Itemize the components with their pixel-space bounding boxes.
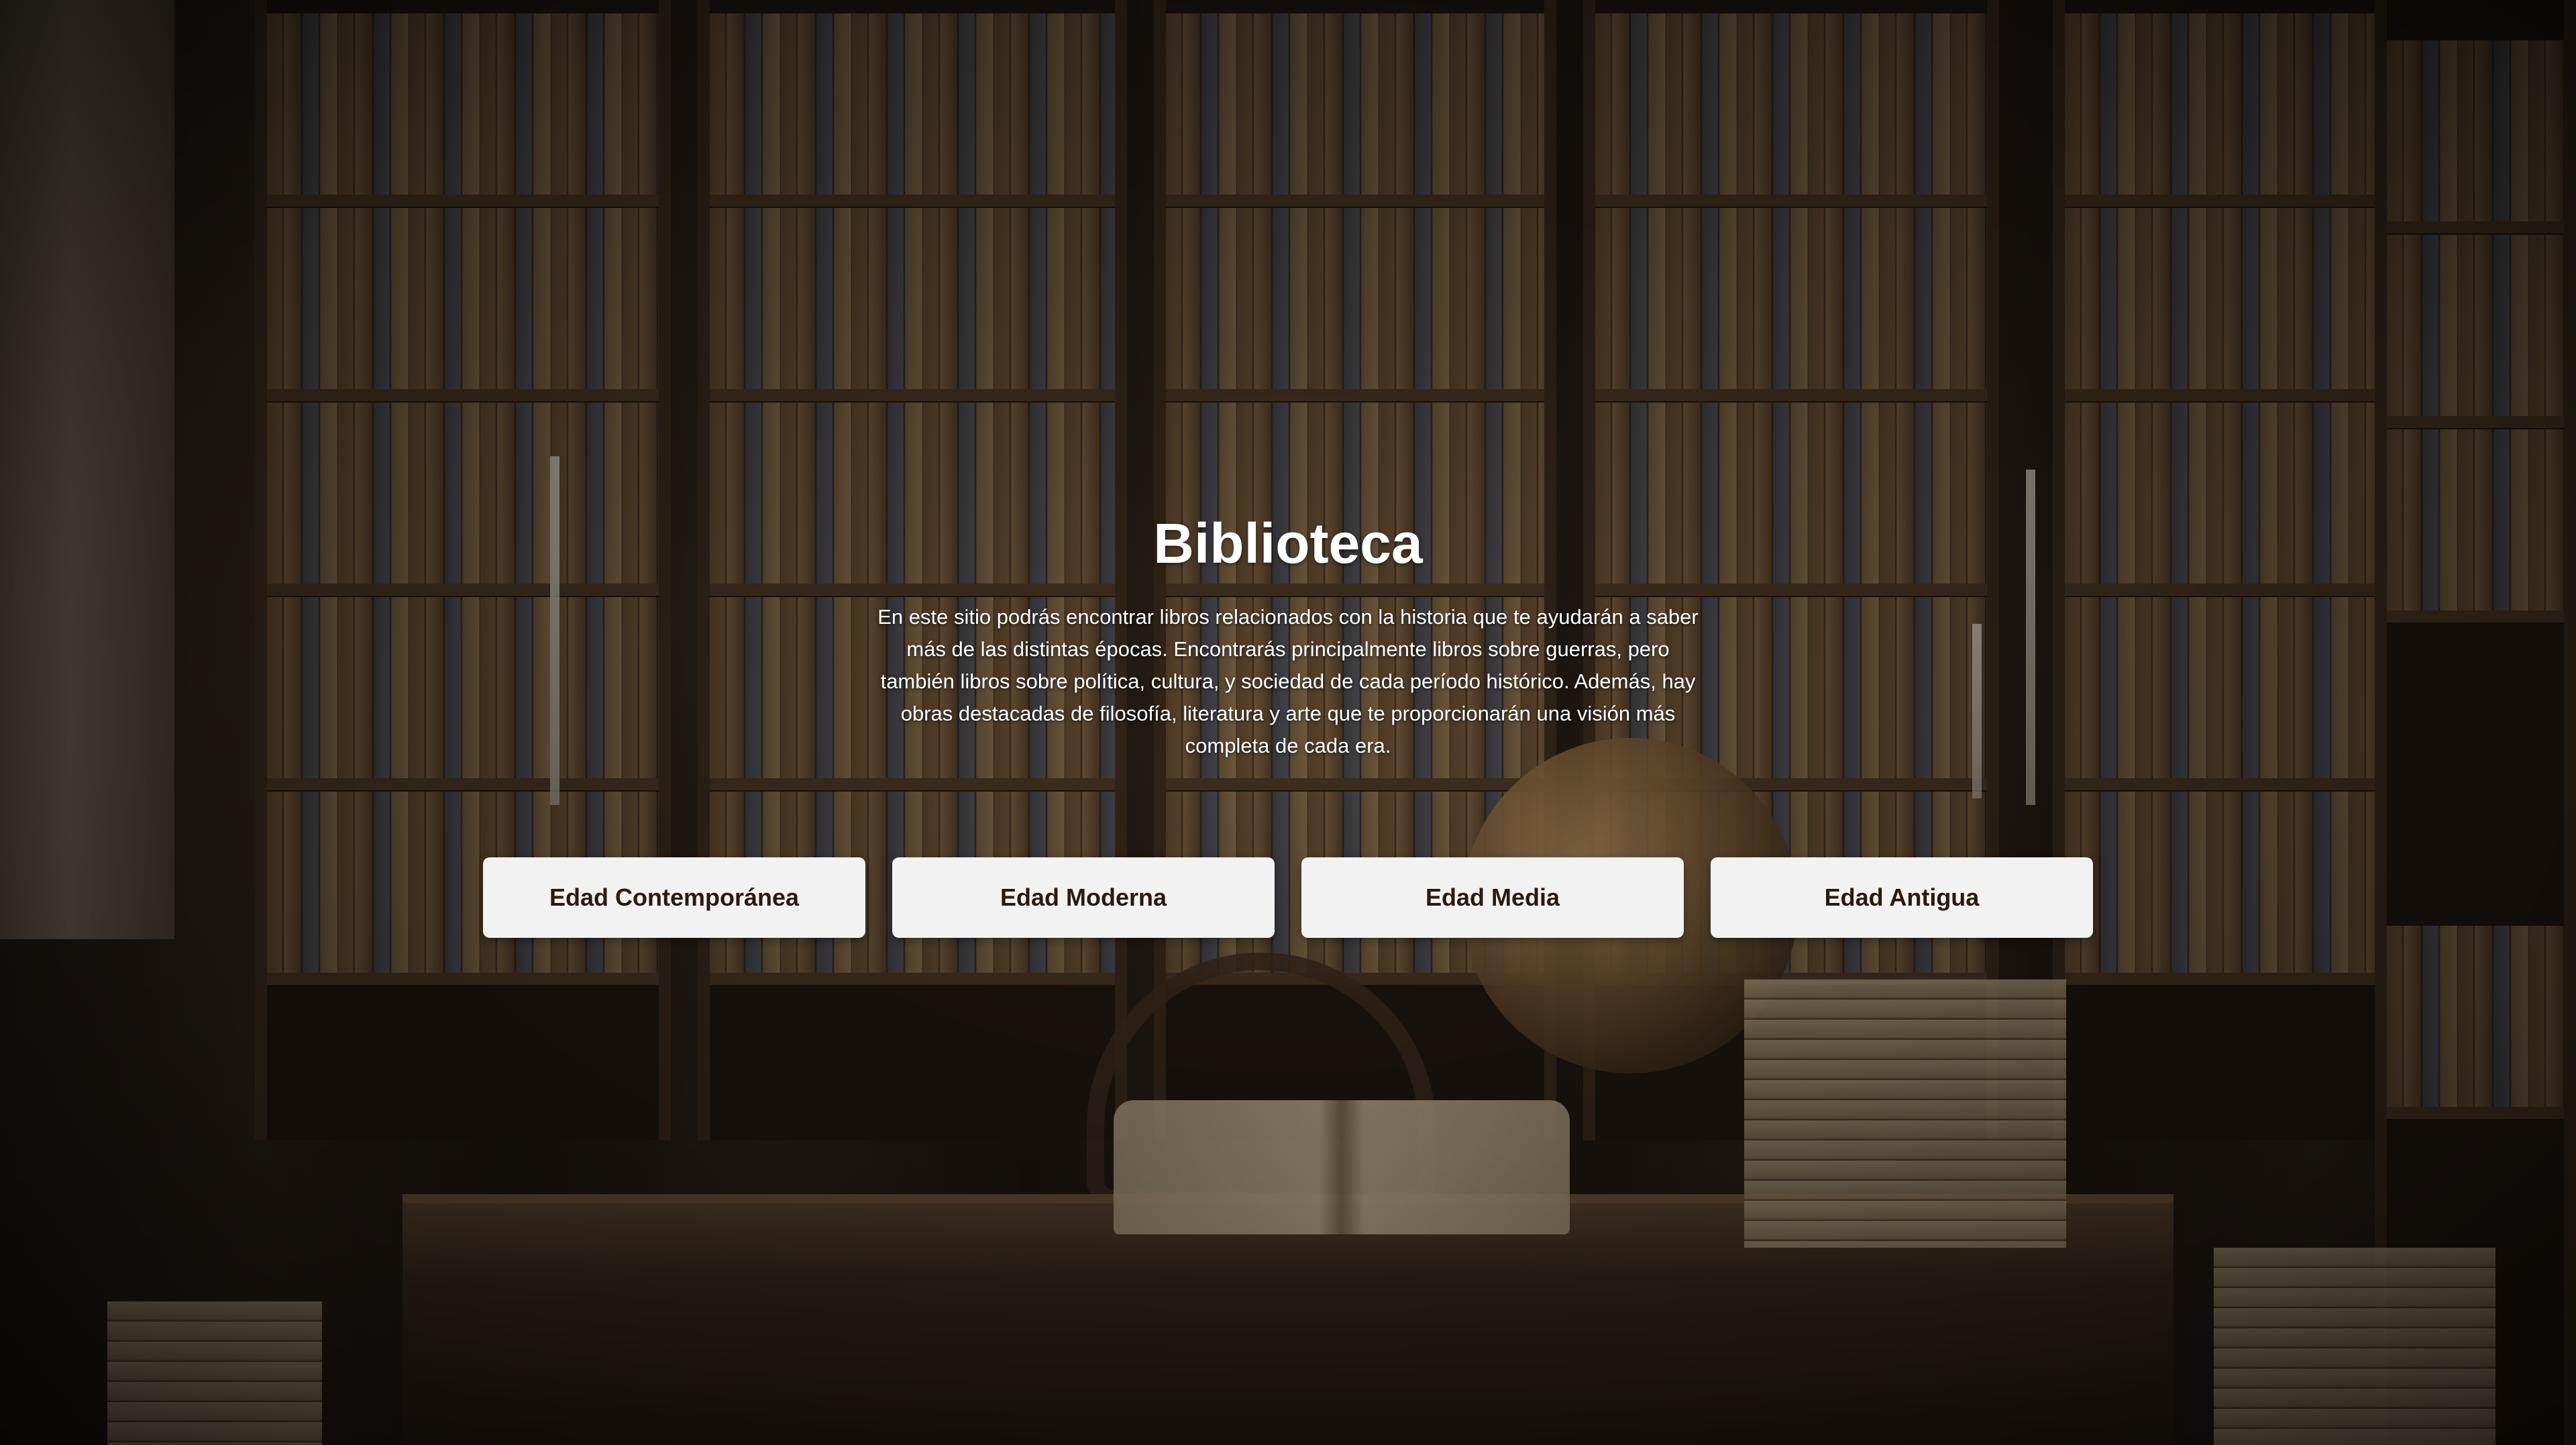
main-content: Biblioteca En este sitio podrás encontra… <box>0 0 2576 1445</box>
page: Biblioteca En este sitio podrás encontra… <box>0 0 2576 1445</box>
era-button-moderna[interactable]: Edad Moderna <box>892 857 1275 938</box>
page-description: En este sitio podrás encontrar libros re… <box>877 605 1699 757</box>
era-buttons: Edad Contemporánea Edad Moderna Edad Med… <box>483 857 2093 938</box>
era-button-media[interactable]: Edad Media <box>1301 857 1684 938</box>
era-button-antigua[interactable]: Edad Antigua <box>1711 857 2093 938</box>
era-button-contemporanea[interactable]: Edad Contemporánea <box>483 857 865 938</box>
page-title: Biblioteca <box>1153 512 1423 575</box>
